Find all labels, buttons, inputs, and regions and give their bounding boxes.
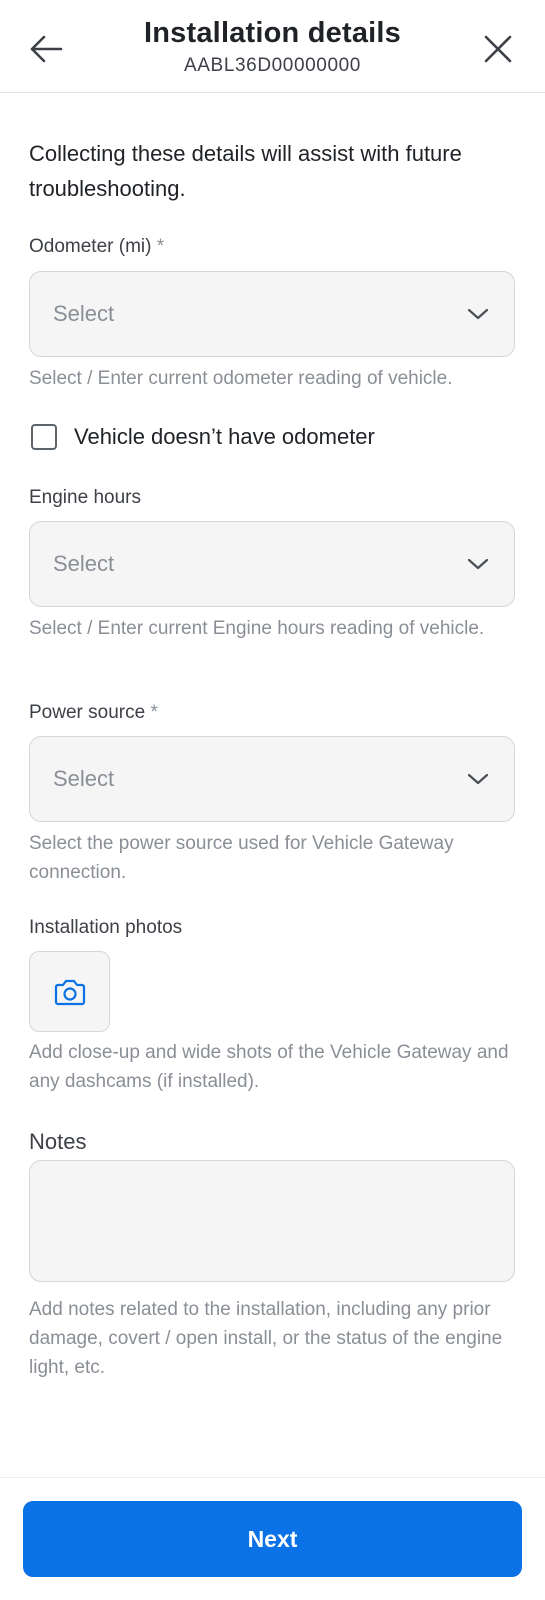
engine-hours-select[interactable]: Select — [29, 521, 515, 607]
add-photo-button[interactable] — [29, 951, 110, 1032]
installation-photos-helper: Add close-up and wide shots of the Vehic… — [29, 1042, 509, 1092]
engine-hours-label: Engine hours — [29, 487, 141, 509]
engine-hours-helper: Select / Enter current Engine hours read… — [29, 618, 485, 639]
intro-text: Collecting these details will assist wit… — [29, 141, 462, 201]
notes-helper: Add notes related to the installation, i… — [29, 1299, 503, 1378]
power-source-label: Power source * — [29, 702, 158, 724]
no-odometer-checkbox-row[interactable]: Vehicle doesn’t have odometer — [31, 424, 375, 450]
chevron-down-icon — [467, 308, 489, 320]
engine-hours-label-text: Engine hours — [29, 487, 141, 508]
page-title: Installation details — [144, 17, 401, 49]
next-button[interactable]: Next — [23, 1501, 522, 1577]
chevron-down-icon — [467, 558, 489, 570]
power-source-select[interactable]: Select — [29, 736, 515, 822]
camera-icon — [54, 979, 85, 1005]
no-odometer-checkbox[interactable] — [31, 424, 57, 450]
odometer-select[interactable]: Select — [29, 271, 515, 357]
required-mark: * — [156, 236, 165, 257]
required-mark: * — [150, 702, 158, 723]
power-source-label-text: Power source — [29, 702, 146, 723]
installation-photos-label-text: Installation photos — [29, 917, 183, 938]
no-odometer-label: Vehicle doesn’t have odometer — [74, 424, 375, 449]
odometer-label-text: Odometer (mi) — [29, 236, 152, 257]
power-source-select-placeholder: Select — [53, 766, 115, 791]
footer: Next — [0, 1477, 545, 1600]
close-icon — [484, 35, 512, 63]
header: Installation details AABL36D00000000 — [0, 0, 545, 93]
close-button[interactable] — [476, 27, 520, 71]
installation-photos-label: Installation photos — [29, 917, 182, 939]
notes-textarea[interactable] — [29, 1160, 515, 1282]
page-subtitle: AABL36D00000000 — [184, 55, 361, 76]
notes-label: Notes — [29, 1129, 87, 1154]
power-source-helper: Select the power source used for Vehicle… — [29, 833, 454, 883]
odometer-label: Odometer (mi) * — [29, 236, 164, 258]
odometer-select-placeholder: Select — [53, 301, 115, 326]
engine-hours-select-placeholder: Select — [53, 551, 115, 576]
chevron-down-icon — [467, 773, 489, 785]
odometer-helper: Select / Enter current odometer reading … — [29, 368, 453, 389]
